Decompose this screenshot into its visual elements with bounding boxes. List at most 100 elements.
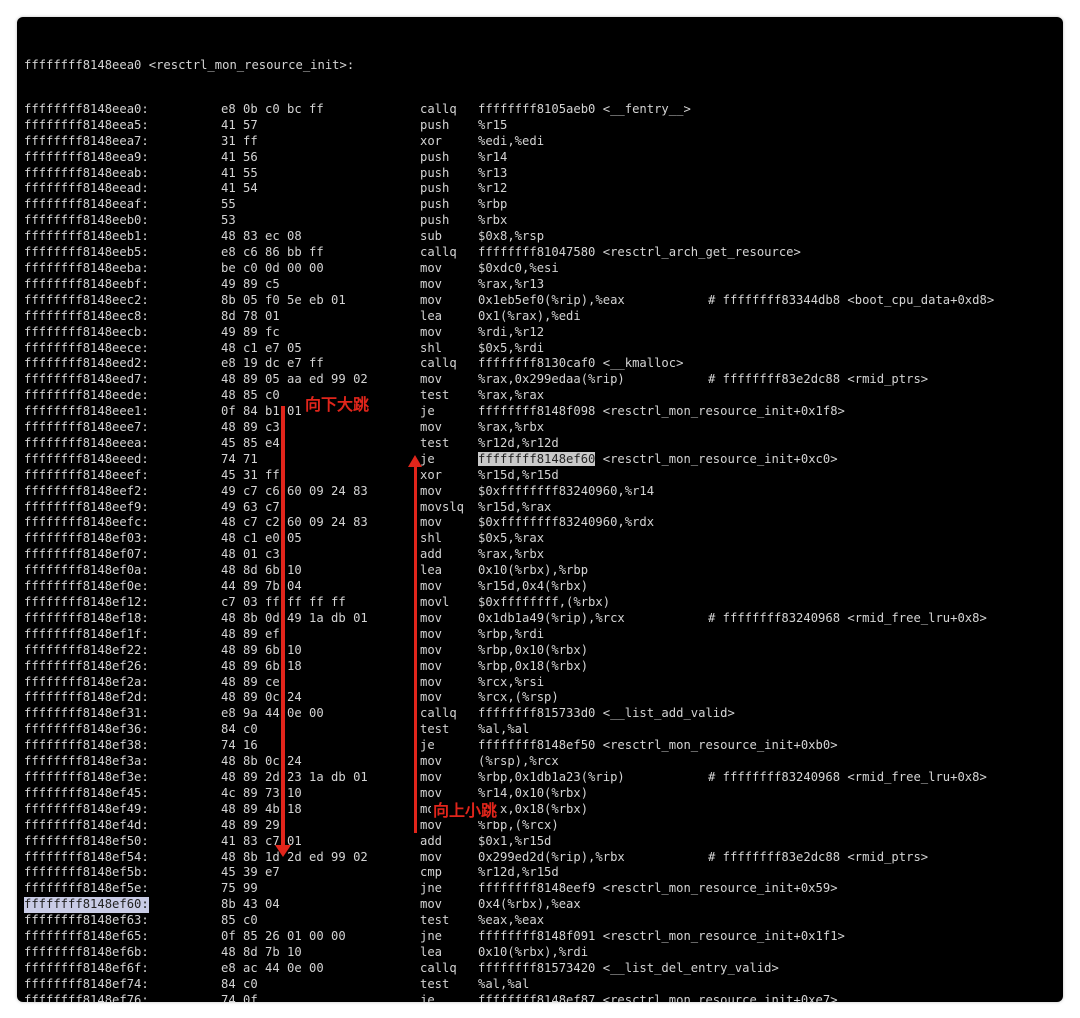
instruction-bytes: e8 c6 86 bb ff (221, 245, 324, 260)
instruction-address: ffffffff8148eec2: (24, 292, 149, 307)
disasm-line: ffffffff8148ef31: e8 9a 44 0e 00 callq ffff… (24, 706, 735, 722)
instruction-mnemonic: movslq (420, 499, 465, 514)
function-header-label: ffffffff8148eea0 <resctrl_mon_resource_i… (24, 58, 355, 72)
disasm-line: ffffffff8148ef5b: 45 39 e7 cmp %r12d,%r15d (24, 865, 559, 881)
instruction-mnemonic: shl (420, 340, 443, 355)
instruction-mnemonic: push (420, 213, 450, 228)
instruction-mnemonic: mov (420, 626, 443, 641)
instruction-operands: %rax,%rax (478, 388, 545, 403)
instruction-bytes: 74 71 (221, 451, 258, 466)
instruction-bytes: 84 c0 (221, 722, 258, 737)
instruction-operands: %r13 (478, 165, 508, 180)
disasm-line: ffffffff8148eeea: 45 85 e4 test %r12d,%r12d (24, 436, 559, 452)
disasm-line: ffffffff8148eec8: 8d 78 01 lea 0x1(%rax),%e… (24, 309, 581, 325)
instruction-comment: # ffffffff83e2dc88 <rmid_ptrs> (708, 372, 929, 387)
instruction-address: ffffffff8148ef03: (24, 531, 149, 546)
disasm-line: ffffffff8148eece: 48 c1 e7 05 shl $0x5,%rdi (24, 341, 544, 357)
instruction-mnemonic: mov (420, 324, 443, 339)
instruction-address: ffffffff8148eefc: (24, 515, 149, 530)
instruction-bytes: 45 31 ff (221, 467, 280, 482)
disasm-line: ffffffff8148eede: 48 85 c0 test %rax,%rax (24, 388, 544, 404)
instruction-operands: %rbp,0x18(%rbx) (478, 658, 589, 673)
instruction-operands: ffffffff8148ef87 <resctrl_mon_resource_i… (478, 992, 838, 1002)
instruction-mnemonic: test (420, 435, 450, 450)
instruction-mnemonic: mov (420, 260, 443, 275)
disasm-line: ffffffff8148eefc: 48 c7 c2 60 09 24 83 mov… (24, 515, 654, 531)
instruction-address: ffffffff8148ef65: (24, 929, 149, 944)
instruction-bytes: 49 89 fc (221, 324, 280, 339)
disasm-line: ffffffff8148ef50: 41 83 c7 01 add $0x1,%r15… (24, 834, 551, 850)
instruction-operands: $0xffffffff,(%rbx) (478, 595, 611, 609)
instruction-bytes: 8d 78 01 (221, 308, 280, 323)
instruction-mnemonic: mov (420, 849, 443, 864)
instruction-address: ffffffff8148ef0a: (24, 563, 149, 578)
instruction-operands: %rbp,0x10(%rbx) (478, 642, 589, 657)
instruction-mnemonic: lea (420, 944, 443, 959)
disasm-line: ffffffff8148eee7: 48 89 c3 mov %rax,%rbx (24, 420, 544, 436)
disasm-line: ffffffff8148ef0a: 48 8d 6b 10 lea 0x10(%rbx… (24, 563, 588, 579)
instruction-bytes: e8 19 dc e7 ff (221, 356, 324, 371)
disasm-line: ffffffff8148eee1:0f 84 b1 01 00 00jeffff… (24, 404, 845, 420)
instruction-mnemonic: mov (420, 610, 443, 625)
instruction-mnemonic: movl (420, 595, 450, 609)
instruction-bytes: 49 c7 c6 60 09 24 83 (221, 483, 368, 498)
disasm-line: ffffffff8148ef38: 74 16 je ffffffff8148ef50… (24, 738, 838, 754)
instruction-bytes: 48 89 29 (221, 817, 280, 832)
instruction-bytes: e8 9a 44 0e 00 (221, 706, 324, 721)
instruction-bytes: 85 c0 (221, 913, 258, 928)
instruction-mnemonic: mov (420, 292, 443, 307)
disasm-line: ffffffff8148eeb5: e8 c6 86 bb ff callq ffff… (24, 245, 801, 261)
instruction-operands: %r12d,%r12d (478, 435, 559, 450)
instruction-mnemonic: test (420, 976, 450, 991)
instruction-mnemonic: mov (420, 483, 443, 498)
instruction-operands: %r15d,%rax (478, 499, 552, 514)
disasm-line: ffffffff8148eea9: 41 56 push %r14 (24, 150, 507, 166)
instruction-mnemonic: mov (420, 642, 443, 657)
instruction-operands: 0x10(%rbx),%rdi (478, 944, 589, 959)
instruction-operands: %r15d,0x4(%rbx) (478, 579, 589, 594)
instruction-mnemonic: mov (420, 579, 443, 594)
instruction-address: ffffffff8148ef6b: (24, 944, 149, 959)
disasm-line: ffffffff8148ef3e: 48 89 2d 23 1a db 01 mov… (24, 770, 987, 786)
instruction-bytes: 48 8b 1d 2d ed 99 02 (221, 849, 368, 864)
disasm-line: ffffffff8148eecb: 49 89 fc mov %rdi,%r12 (24, 325, 544, 341)
disasm-line: ffffffff8148ef12: c7 03 ff ff ff ff movl $0… (24, 595, 610, 611)
instruction-bytes: 48 89 0c 24 (221, 690, 302, 705)
instruction-mnemonic: mov (420, 690, 443, 705)
instruction-mnemonic: jne (420, 929, 443, 944)
instruction-bytes: 4c 89 73 10 (221, 785, 302, 800)
instruction-mnemonic: mov (420, 754, 443, 769)
instruction-address: ffffffff8148ef2a: (24, 674, 149, 689)
jump-up-arrow-shaft (414, 466, 417, 833)
disasm-line: ffffffff8148ef3a: 48 8b 0c 24 mov (%rsp),%r… (24, 754, 559, 770)
instruction-address: ffffffff8148eee1: (24, 404, 149, 419)
instruction-address: ffffffff8148eece: (24, 340, 149, 355)
instruction-mnemonic: callq (420, 706, 457, 721)
instruction-operands: %r15 (478, 117, 508, 132)
instruction-bytes: 75 99 (221, 881, 258, 896)
instruction-mnemonic: mov (420, 897, 443, 912)
instruction-address: ffffffff8148ef74: (24, 976, 149, 991)
instruction-comment: # ffffffff83e2dc88 <rmid_ptrs> (708, 849, 929, 864)
disasm-line: ffffffff8148eeef: 45 31 ff xor %r15d,%r15d (24, 468, 559, 484)
instruction-operands: 0x4(%rbx),%eax (478, 897, 581, 912)
instruction-address: ffffffff8148eede: (24, 388, 149, 403)
instruction-address: ffffffff8148ef49: (24, 801, 149, 816)
disasm-line: ffffffff8148eebf: 49 89 c5 mov %rax,%r13 (24, 277, 544, 293)
instruction-bytes: be c0 0d 00 00 (221, 260, 324, 275)
disasm-line: ffffffff8148ef26: 48 89 6b 18 mov %rbp,0x18… (24, 659, 588, 675)
instruction-bytes: 49 89 c5 (221, 276, 280, 291)
instruction-address: ffffffff8148ef1f: (24, 626, 149, 641)
instruction-operands: %rdi,%r12 (478, 324, 545, 339)
instruction-address: ffffffff8148ef5b: (24, 865, 149, 880)
instruction-mnemonic: lea (420, 563, 443, 578)
instruction-operands: %rbp,%rdi (478, 626, 545, 641)
instruction-mnemonic: mov (420, 276, 443, 291)
instruction-mnemonic: je (420, 451, 435, 466)
instruction-bytes: 49 63 c7 (221, 499, 280, 514)
jump-up-arrow-head (408, 455, 422, 467)
instruction-operands: $0x1,%r15d (478, 833, 552, 848)
instruction-address: ffffffff8148ef60: (24, 897, 149, 914)
instruction-bytes: 8b 05 f0 5e eb 01 (221, 292, 346, 307)
disasm-line: ffffffff8148ef1f: 48 89 ef mov %rbp,%rdi (24, 627, 544, 643)
